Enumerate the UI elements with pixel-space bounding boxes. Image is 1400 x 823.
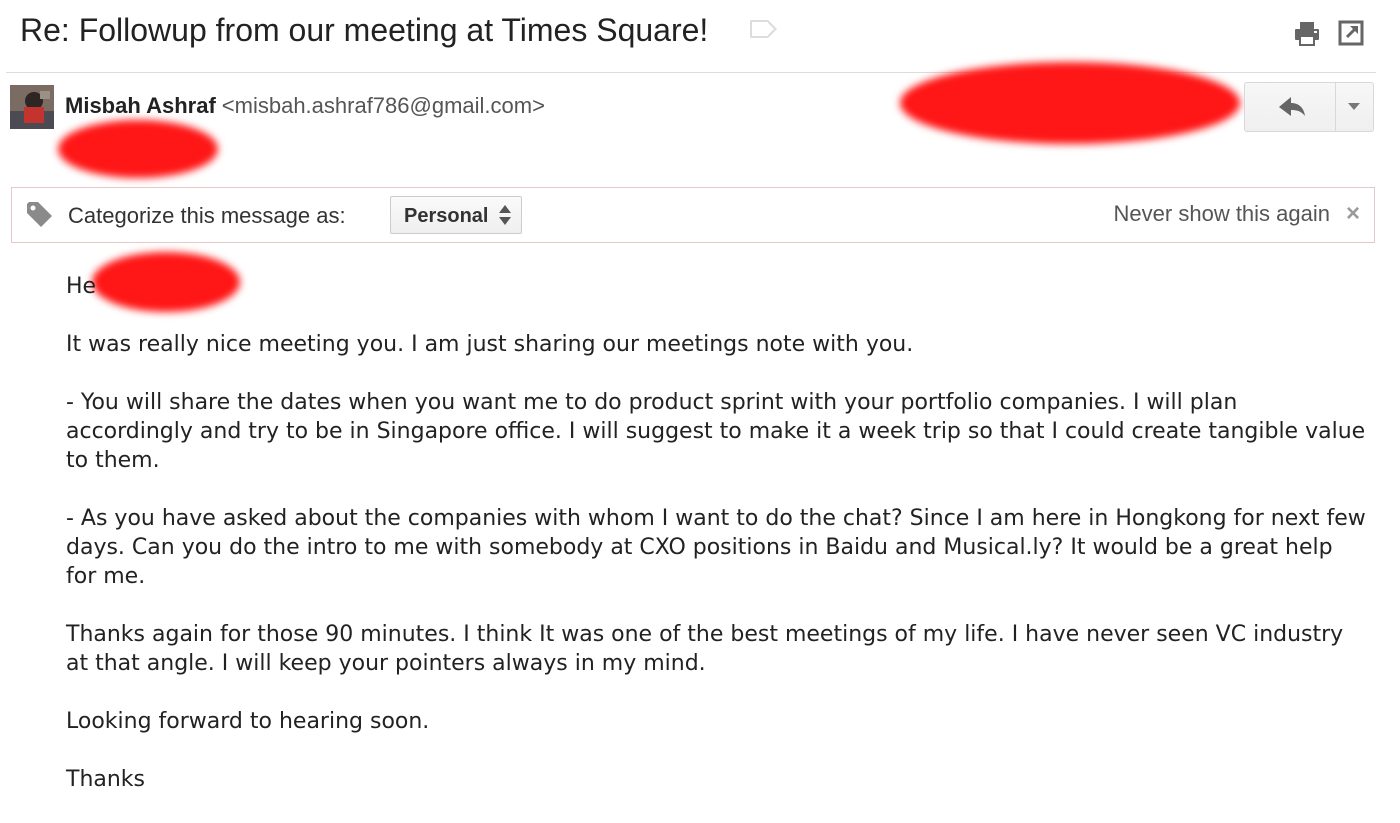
redaction-mark (900, 62, 1240, 144)
categorize-label: Categorize this message as: (68, 203, 346, 228)
tag-icon (24, 199, 56, 231)
body-paragraph: - As you have asked about the companies … (66, 506, 1366, 589)
body-paragraph: - You will share the dates when you want… (66, 390, 1366, 473)
chevron-down-icon (1348, 103, 1360, 110)
body-paragraph: Thanks again for those 90 minutes. I thi… (66, 622, 1344, 676)
new-window-icon[interactable] (1336, 18, 1366, 48)
close-icon[interactable]: × (1346, 200, 1360, 228)
redaction-mark (58, 120, 218, 178)
sender-name[interactable]: Misbah Ashraf (65, 93, 216, 118)
body-paragraph: Looking forward to hearing soon. (66, 709, 430, 734)
avatar[interactable] (10, 85, 54, 129)
reply-icon (1279, 97, 1305, 116)
never-show-again-link[interactable]: Never show this again (1114, 200, 1330, 228)
category-select[interactable]: Personal (390, 196, 522, 234)
reply-button[interactable] (1245, 83, 1336, 131)
select-arrows-icon (499, 205, 511, 227)
print-icon[interactable] (1292, 18, 1322, 48)
email-subject: Re: Followup from our meeting at Times S… (20, 12, 709, 48)
more-options-button[interactable] (1335, 83, 1373, 131)
sign-off: Thanks (66, 767, 146, 792)
category-select-value: Personal (404, 205, 489, 227)
message-body: He It was really nice meeting you. I am … (66, 272, 1366, 823)
categorize-bar: Categorize this message as: Personal Nev… (11, 187, 1375, 243)
greeting: He (66, 274, 97, 299)
body-paragraph: It was really nice meeting you. I am jus… (66, 332, 914, 357)
label-tag-icon[interactable] (750, 20, 777, 38)
sender-line: Misbah Ashraf <misbah.ashraf786@gmail.com… (65, 92, 545, 120)
reply-button-group (1244, 82, 1374, 132)
sender-email: <misbah.ashraf786@gmail.com> (221, 93, 545, 118)
